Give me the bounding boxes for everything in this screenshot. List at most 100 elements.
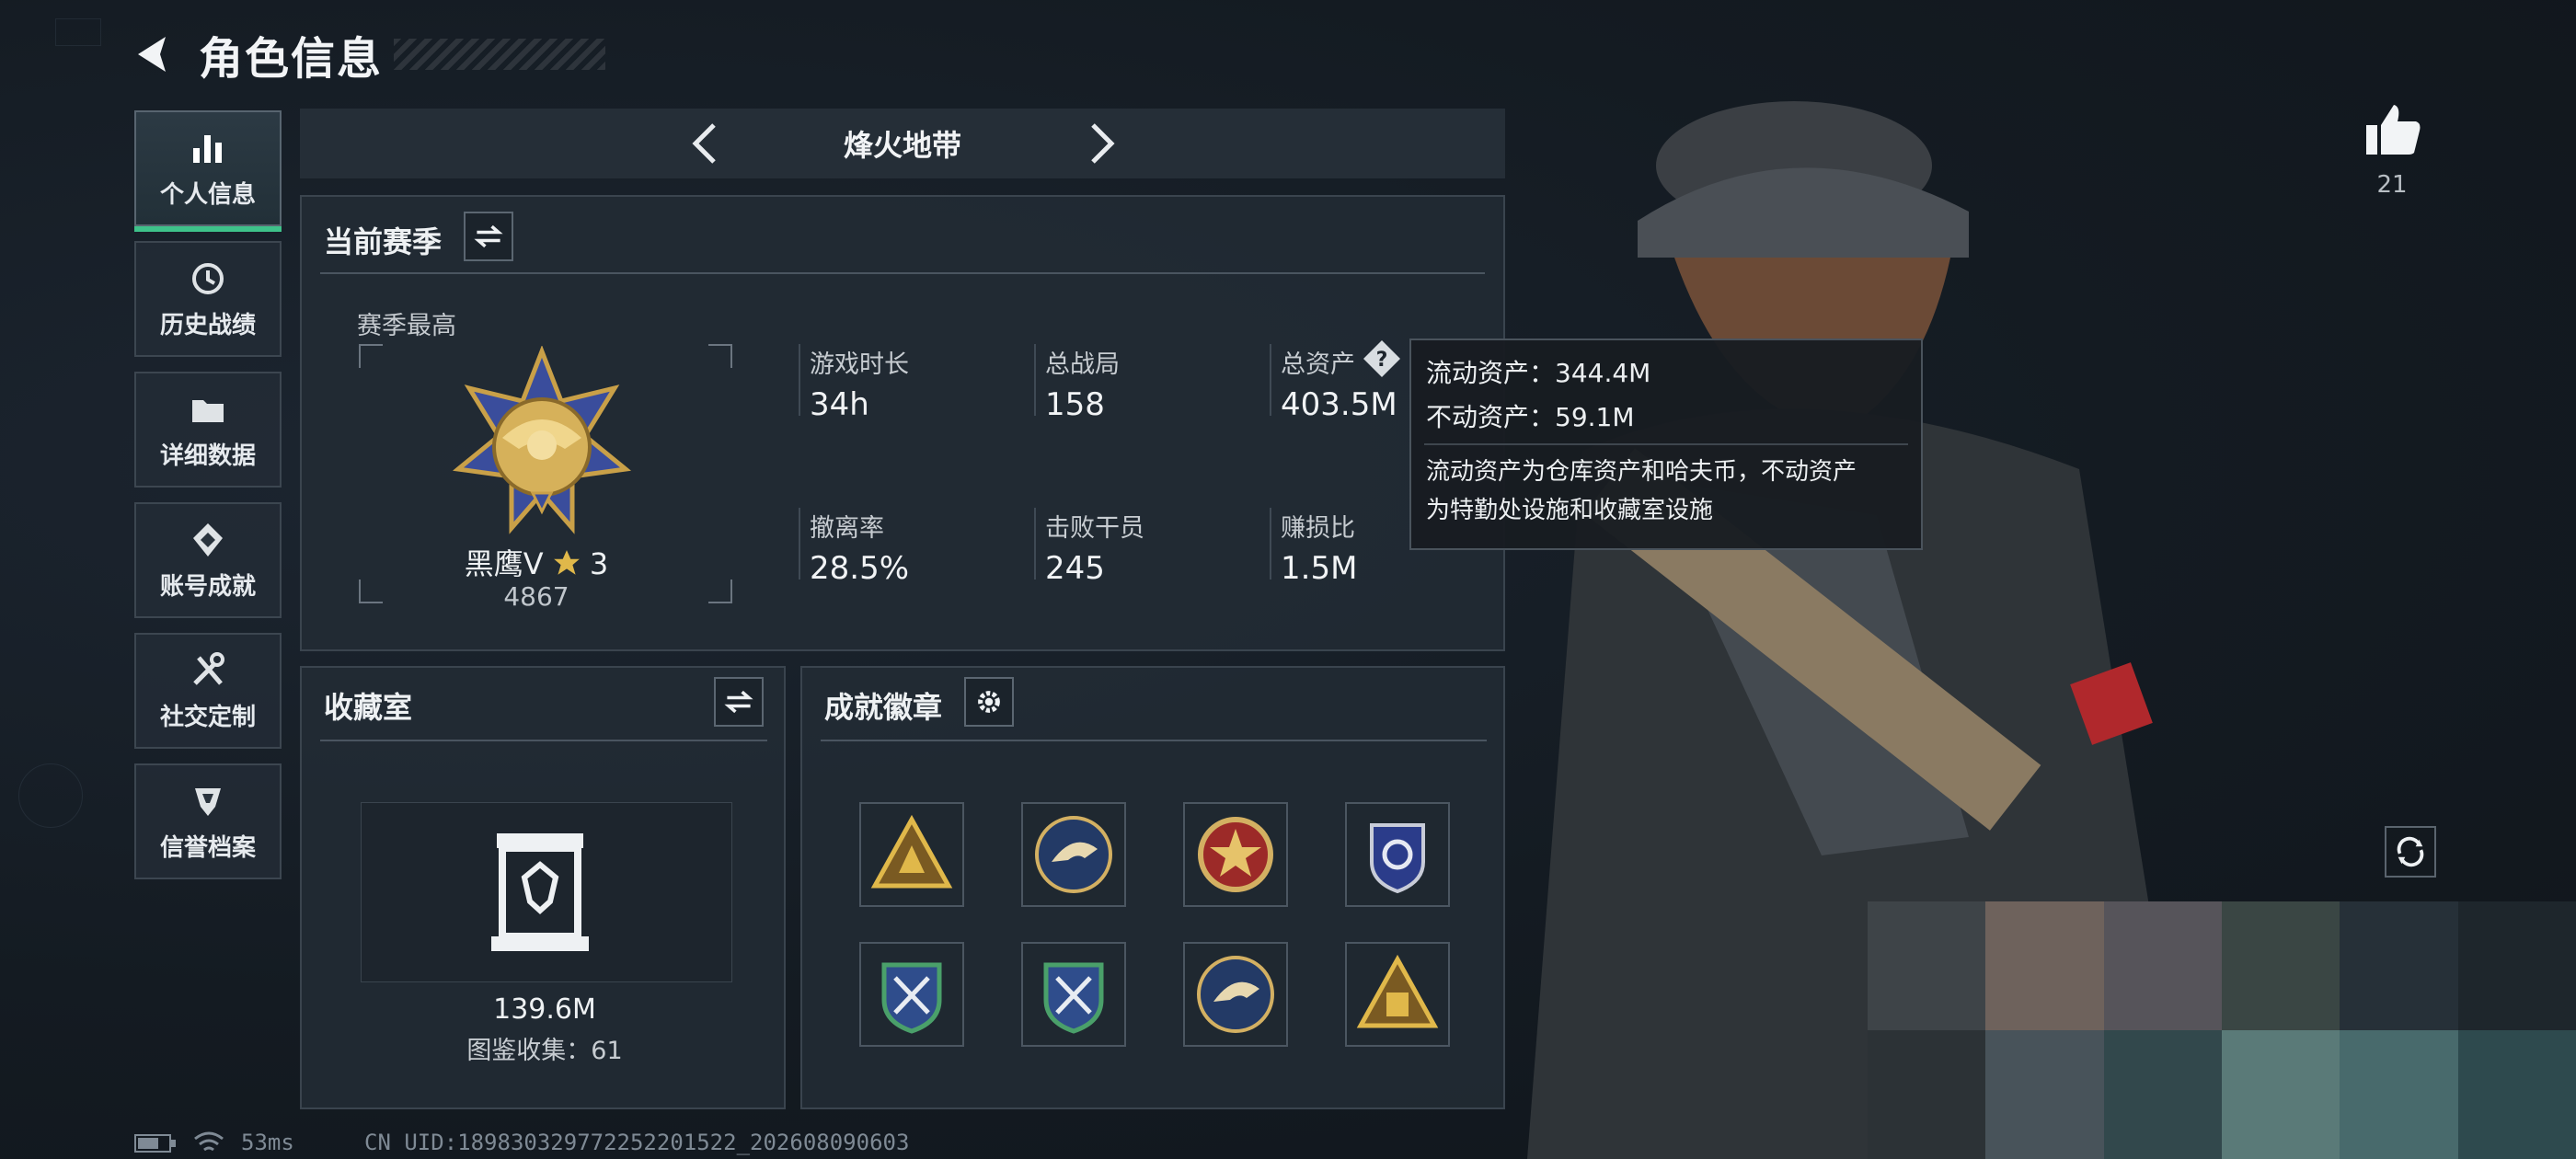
nav-history[interactable]: 历史战绩	[134, 241, 282, 357]
thumbs-up-icon[interactable]	[2364, 103, 2421, 156]
uid-text: CN UID:18983032977225220152​2_2026080906…	[364, 1130, 910, 1155]
stat-value: 245	[1045, 550, 1105, 587]
achievement-badge[interactable]	[859, 802, 964, 907]
nav-personal-info[interactable]: 个人信息	[134, 110, 282, 232]
nav-label: 社交定制	[159, 703, 256, 731]
rank-line: 黑鹰Ⅴ 3	[357, 541, 716, 583]
tooltip-description-line: 为特勤处设施和收藏室设施	[1426, 497, 1714, 524]
squad-badge-icon	[1356, 954, 1439, 1028]
swap-icon	[474, 224, 503, 248]
achievement-badge[interactable]	[1183, 942, 1288, 1047]
nav-detailed-data[interactable]: 详细数据	[134, 372, 282, 488]
tooltip-description-line: 流动资产为仓库资产和哈夫币，不动资产	[1426, 458, 1857, 486]
stat-value: 158	[1045, 386, 1105, 423]
stat-value: 1.5M	[1281, 550, 1358, 587]
collection-value: 139.6M	[493, 993, 596, 1026]
stat-value: 403.5M	[1281, 386, 1397, 423]
collection-switch-button[interactable]	[714, 677, 764, 727]
divider	[320, 740, 767, 741]
stat-value: 34h	[810, 386, 869, 423]
history-icon	[192, 262, 224, 294]
frame-corner	[359, 344, 383, 368]
bar-chart-icon	[193, 134, 222, 163]
season-best-label: 赛季最高	[357, 312, 456, 340]
stat-label: 撤离率	[810, 514, 884, 543]
back-arrow-icon[interactable]	[129, 29, 178, 79]
rotate-icon	[2397, 836, 2424, 867]
achievement-title: 成就徽章	[824, 690, 943, 725]
chevron-right-icon[interactable]	[1075, 118, 1126, 169]
divider	[821, 740, 1487, 741]
season-switch-button[interactable]	[464, 212, 513, 261]
nav-reputation[interactable]: 信誉档案	[134, 763, 282, 879]
bg-decor	[18, 763, 83, 828]
blurred-region	[1868, 901, 2576, 1159]
tools-icon	[193, 651, 224, 685]
nav-label: 个人信息	[159, 180, 256, 209]
header: 角色信息	[129, 22, 606, 86]
mode-tab-bar: 烽火地带	[300, 109, 1505, 178]
collection-panel[interactable]: 收藏室 139.6M 图鉴收集：61	[300, 666, 786, 1109]
star-badge-icon	[1198, 817, 1273, 892]
stat-separator	[1270, 344, 1271, 416]
stat-separator	[1034, 508, 1036, 580]
stat-separator	[799, 344, 800, 416]
achievement-badge[interactable]	[1183, 802, 1288, 907]
rotate-character-button[interactable]	[2385, 826, 2436, 878]
nav-label: 详细数据	[159, 442, 256, 470]
title-decoration	[394, 39, 606, 70]
stat-separator	[1270, 508, 1271, 580]
tooltip-fixed-assets: 不动资产：59.1M	[1426, 402, 1635, 432]
divider	[320, 272, 1485, 274]
rank-emblem-icon	[452, 346, 632, 534]
achievement-badge[interactable]	[859, 942, 964, 1047]
nav-label: 账号成就	[159, 572, 256, 601]
stat-separator	[799, 508, 800, 580]
rank-name: 黑鹰Ⅴ	[464, 546, 544, 581]
gear-icon	[978, 691, 1000, 713]
stat-value: 28.5%	[810, 550, 910, 587]
chevron-left-icon[interactable]	[681, 118, 732, 169]
achievement-badge[interactable]	[1021, 942, 1126, 1047]
divider	[1424, 443, 1908, 445]
nav-achievements[interactable]: 账号成就	[134, 502, 282, 618]
stat-label: 击败干员	[1045, 514, 1144, 543]
mode-title: 烽火地带	[843, 128, 961, 163]
crossed-arrows-badge-icon	[1043, 962, 1104, 1034]
ping-text: 53ms	[241, 1130, 294, 1155]
svg-text:?: ?	[1376, 349, 1388, 372]
collection-title: 收藏室	[324, 690, 413, 725]
stat-label: 赚损比	[1281, 514, 1355, 543]
like-count: 21	[2376, 171, 2408, 199]
achievement-settings-button[interactable]	[964, 677, 1014, 727]
asset-tooltip: 流动资产：344.4M 不动资产：59.1M 流动资产为仓库资产和哈夫币，不动资…	[1409, 339, 1923, 550]
swap-icon	[724, 690, 753, 714]
shield-icon	[195, 787, 221, 816]
stat-separator	[1034, 344, 1036, 416]
help-icon[interactable]: ?	[1362, 339, 1402, 379]
collection-count: 图鉴收集：61	[466, 1037, 623, 1065]
rank-score: 4867	[503, 581, 569, 612]
tooltip-liquid-assets: 流动资产：344.4M	[1426, 358, 1651, 388]
wifi-icon	[194, 1131, 224, 1152]
bg-decor	[55, 18, 101, 46]
achievement-badge[interactable]	[1345, 942, 1450, 1047]
achievement-icon	[193, 522, 223, 557]
rank-stars: 3	[589, 546, 609, 581]
achievement-badge[interactable]	[1021, 802, 1126, 907]
crossed-arrows-badge-icon	[881, 962, 942, 1034]
achievement-badge[interactable]	[1345, 802, 1450, 907]
nav-social[interactable]: 社交定制	[134, 633, 282, 749]
nav-label: 信誉档案	[159, 833, 256, 862]
frame-corner	[708, 344, 732, 368]
triangle-badge-icon	[870, 814, 953, 889]
eagle-badge-icon	[1197, 956, 1274, 1033]
stat-label: 游戏时长	[810, 350, 909, 379]
display-case-icon	[491, 833, 589, 951]
stat-label: 总资产	[1281, 350, 1355, 379]
shield-badge-icon	[1370, 823, 1425, 894]
page-title: 角色信息	[199, 33, 384, 85]
season-title: 当前赛季	[324, 224, 443, 259]
achievement-panel: 成就徽章	[800, 666, 1505, 1109]
nav-label: 历史战绩	[159, 311, 256, 339]
